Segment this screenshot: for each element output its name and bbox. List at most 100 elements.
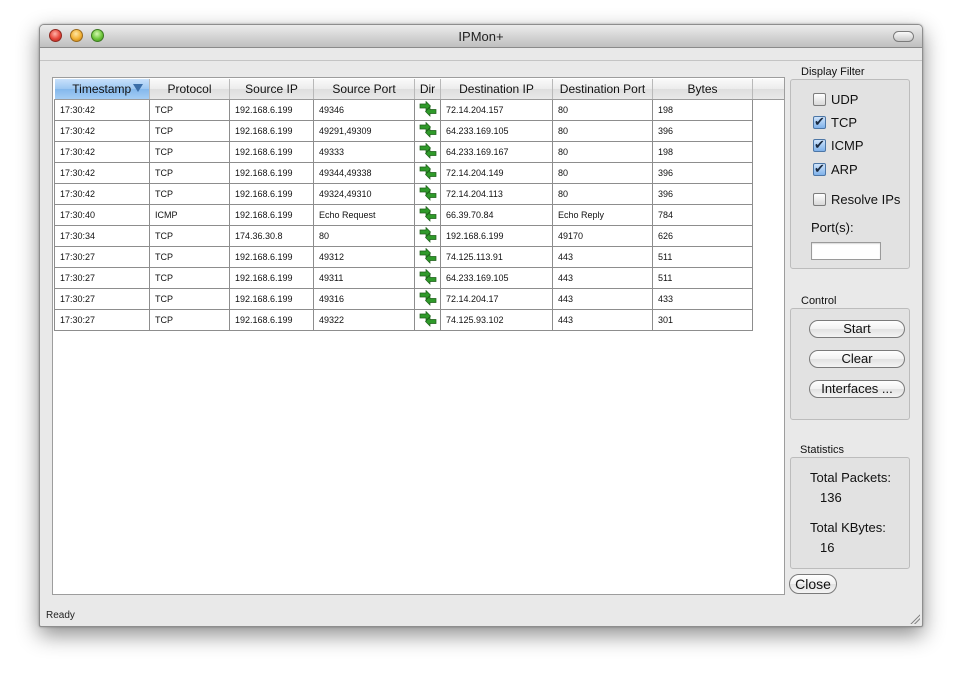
- cell-timestamp: 17:30:40: [54, 204, 150, 226]
- cell-bytes: 511: [652, 267, 753, 289]
- icmp-checkbox-box[interactable]: [813, 137, 826, 153]
- cell-timestamp: 17:30:34: [54, 225, 150, 247]
- cell-protocol: TCP: [149, 162, 230, 184]
- cell-bytes: 198: [652, 99, 753, 121]
- cell-bytes: 626: [652, 225, 753, 247]
- start-button[interactable]: Start: [809, 320, 905, 338]
- cell-source-port: 49316: [313, 288, 415, 310]
- cell-timestamp: 17:30:27: [54, 246, 150, 268]
- cell-protocol: TCP: [149, 267, 230, 289]
- icmp-label: ICMP: [831, 137, 864, 153]
- cell-timestamp: 17:30:27: [54, 309, 150, 331]
- cell-dir: [414, 225, 441, 247]
- clear-button[interactable]: Clear: [809, 350, 905, 368]
- total-packets-value: 136: [820, 490, 842, 505]
- column-header-destination-port[interactable]: Destination Port: [552, 79, 653, 100]
- table-header-filler: [752, 79, 784, 100]
- udp-label: UDP: [831, 91, 859, 107]
- table-header-row: Timestamp Protocol Source IP Source Port Dir…: [54, 79, 753, 100]
- column-header-source-ip[interactable]: Source IP: [229, 79, 314, 100]
- cell-bytes: 301: [652, 309, 753, 331]
- table-row[interactable]: 17:30:27 TCP 192.168.6.199 49316 72.14.204.1…: [54, 288, 753, 310]
- column-header-protocol[interactable]: Protocol: [149, 79, 230, 100]
- bidirectional-arrows-icon: [419, 268, 436, 285]
- column-header-destination-ip[interactable]: Destination IP: [440, 79, 553, 100]
- ports-input[interactable]: [811, 242, 881, 260]
- cell-protocol: TCP: [149, 183, 230, 205]
- table-row[interactable]: 17:30:42 TCP 192.168.6.199 49346 72.14.204.1…: [54, 99, 753, 121]
- arp-checkbox-box[interactable]: [813, 161, 826, 177]
- table-row[interactable]: 17:30:27 TCP 192.168.6.199 49312 74.125.113.…: [54, 246, 753, 268]
- cell-source-port: Echo Request: [313, 204, 415, 226]
- udp-checkbox-box[interactable]: [813, 92, 826, 106]
- cell-bytes: 396: [652, 120, 753, 142]
- cell-source-port: 49346: [313, 99, 415, 121]
- table-row[interactable]: 17:30:42 TCP 192.168.6.199 49324,49310 72.14…: [54, 183, 753, 205]
- status-text: Ready: [46, 610, 75, 621]
- resize-grip-icon[interactable]: [909, 613, 920, 624]
- column-header-label: Source Port: [332, 82, 396, 96]
- cell-destination-port: 49170: [552, 225, 653, 247]
- table-row[interactable]: 17:30:34 TCP 174.36.30.8 80 192.168.6.199 491…: [54, 225, 753, 247]
- bidirectional-arrows-icon: [419, 121, 436, 138]
- packet-table: Timestamp Protocol Source IP Source Port Dir…: [54, 79, 753, 331]
- cell-destination-port: 443: [552, 309, 653, 331]
- column-header-timestamp[interactable]: Timestamp: [54, 79, 150, 100]
- statistics-label: Statistics: [800, 444, 845, 456]
- table-row[interactable]: 17:30:27 TCP 192.168.6.199 49311 64.233.169.…: [54, 267, 753, 289]
- cell-destination-port: 443: [552, 267, 653, 289]
- cell-destination-port: 80: [552, 120, 653, 142]
- cell-protocol: ICMP: [149, 204, 230, 226]
- table-row[interactable]: 17:30:27 TCP 192.168.6.199 49322 74.125.93.1…: [54, 309, 753, 331]
- cell-dir: [414, 288, 441, 310]
- tcp-checkbox[interactable]: TCP: [813, 113, 857, 131]
- table-row[interactable]: 17:30:42 TCP 192.168.6.199 49333 64.233.169.…: [54, 141, 753, 163]
- toolbar-toggle-button[interactable]: [893, 31, 914, 42]
- table-row[interactable]: 17:30:42 TCP 192.168.6.199 49344,49338 72.14…: [54, 162, 753, 184]
- cell-source-port: 49311: [313, 267, 415, 289]
- control-label: Control: [801, 295, 837, 307]
- sort-descending-icon[interactable]: [133, 84, 143, 92]
- cell-destination-port: 443: [552, 288, 653, 310]
- resolve-ips-checkbox[interactable]: Resolve IPs: [813, 190, 900, 208]
- cell-timestamp: 17:30:42: [54, 120, 150, 142]
- column-header-dir[interactable]: Dir: [414, 79, 441, 100]
- cell-destination-ip: 192.168.6.199: [440, 225, 553, 247]
- cell-destination-port: 443: [552, 246, 653, 268]
- packet-table-view[interactable]: Timestamp Protocol Source IP Source Port Dir…: [52, 77, 785, 595]
- cell-protocol: TCP: [149, 99, 230, 121]
- divider: [40, 60, 922, 61]
- bidirectional-arrows-icon: [419, 310, 436, 327]
- table-row[interactable]: 17:30:40 ICMP 192.168.6.199 Echo Request 66.…: [54, 204, 753, 226]
- resolve-ips-checkbox-box[interactable]: [813, 192, 826, 206]
- tcp-checkbox-box[interactable]: [813, 114, 826, 130]
- cell-source-port: 49291,49309: [313, 120, 415, 142]
- cell-source-port: 49324,49310: [313, 183, 415, 205]
- bidirectional-arrows-icon: [419, 100, 436, 117]
- cell-timestamp: 17:30:42: [54, 141, 150, 163]
- cell-dir: [414, 162, 441, 184]
- cell-destination-port: 80: [552, 162, 653, 184]
- cell-destination-port: 80: [552, 99, 653, 121]
- cell-source-port: 49312: [313, 246, 415, 268]
- udp-checkbox[interactable]: UDP: [813, 90, 858, 108]
- cell-dir: [414, 246, 441, 268]
- arp-checkbox[interactable]: ARP: [813, 160, 858, 178]
- cell-protocol: TCP: [149, 309, 230, 331]
- icmp-checkbox[interactable]: ICMP: [813, 136, 864, 154]
- cell-source-ip: 192.168.6.199: [229, 120, 314, 142]
- cell-destination-ip: 64.233.169.105: [440, 267, 553, 289]
- column-header-bytes[interactable]: Bytes: [652, 79, 753, 100]
- close-button[interactable]: Close: [789, 574, 837, 594]
- title-bar[interactable]: IPMon+: [40, 25, 922, 48]
- table-row[interactable]: 17:30:42 TCP 192.168.6.199 49291,49309 64.23…: [54, 120, 753, 142]
- ports-label: Port(s):: [811, 220, 854, 235]
- column-header-label: Destination Port: [559, 82, 646, 96]
- control-group: Start Clear Interfaces ...: [790, 308, 910, 420]
- cell-destination-ip: 74.125.93.102: [440, 309, 553, 331]
- cell-destination-port: 80: [552, 183, 653, 205]
- column-header-label: Protocol: [167, 82, 212, 96]
- interfaces-button[interactable]: Interfaces ...: [809, 380, 905, 398]
- cell-dir: [414, 141, 441, 163]
- column-header-source-port[interactable]: Source Port: [313, 79, 415, 100]
